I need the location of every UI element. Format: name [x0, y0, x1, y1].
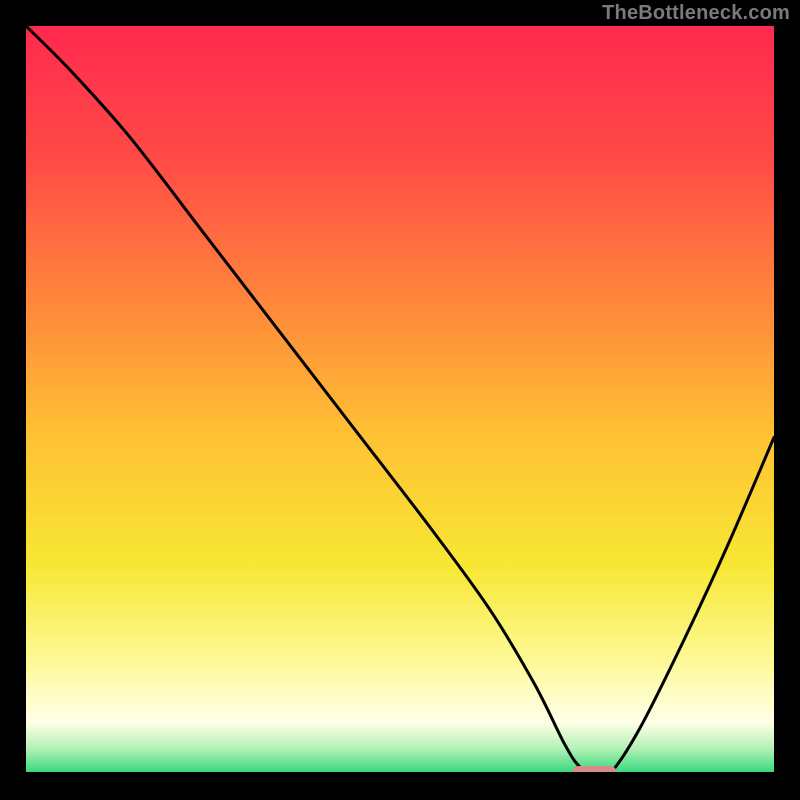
watermark-text: TheBottleneck.com [602, 2, 790, 25]
plot-background [26, 26, 774, 774]
chart-frame: TheBottleneck.com [0, 0, 800, 800]
bottleneck-chart [26, 26, 774, 774]
